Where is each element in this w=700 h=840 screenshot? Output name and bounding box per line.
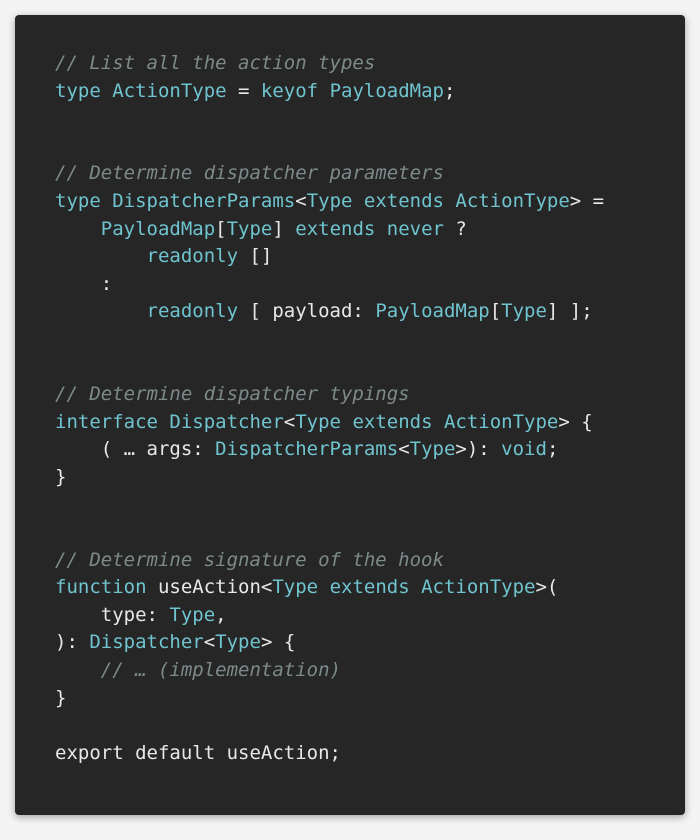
code-token: PayloadMap bbox=[329, 79, 444, 102]
code-token: readonly bbox=[146, 245, 239, 268]
code-token: Dispatcher bbox=[89, 631, 204, 654]
code-token: [] bbox=[238, 245, 273, 268]
code-token: > { bbox=[260, 631, 296, 654]
code-token: : bbox=[55, 272, 113, 295]
code-token: DispatcherParams bbox=[215, 438, 399, 461]
code-token: } bbox=[55, 465, 67, 488]
code-token: export default useAction; bbox=[55, 741, 341, 764]
code-token: ): bbox=[55, 631, 90, 654]
code-line: : bbox=[55, 271, 604, 299]
code-line: // Determine dispatcher typings bbox=[55, 381, 604, 409]
code-token: type bbox=[55, 189, 113, 212]
code-line: ( … args: DispatcherParams<Type>): void; bbox=[55, 436, 604, 464]
code-token: Type bbox=[169, 603, 216, 626]
code-token: type bbox=[55, 79, 113, 102]
code-line: interface Dispatcher<Type extends Action… bbox=[55, 409, 604, 437]
code-token: >): bbox=[455, 438, 502, 461]
code-token: void bbox=[501, 438, 547, 461]
code-token: never bbox=[386, 217, 444, 240]
code-token: Type bbox=[295, 410, 353, 433]
code-token: ] bbox=[272, 217, 296, 240]
code-line: export default useAction; bbox=[55, 740, 604, 768]
code-token: readonly bbox=[146, 300, 239, 323]
code-token: ActionType bbox=[443, 410, 559, 433]
code-token: < bbox=[283, 410, 296, 433]
code-token: extends bbox=[295, 217, 387, 240]
code-token: > { bbox=[558, 410, 593, 433]
code-token: ? bbox=[443, 217, 467, 240]
code-line: type ActionType = keyof PayloadMap; bbox=[55, 78, 604, 106]
code-token: } bbox=[55, 686, 67, 709]
code-token: ; bbox=[546, 438, 559, 461]
code-token: < bbox=[398, 438, 410, 461]
code-token: ActionType bbox=[112, 79, 227, 102]
code-line: type DispatcherParams<Type extends Actio… bbox=[55, 188, 604, 216]
code-line: } bbox=[55, 464, 604, 492]
code-token: Type bbox=[272, 576, 330, 599]
code-line: type: Type, bbox=[55, 602, 604, 630]
code-token: type: bbox=[55, 603, 170, 626]
code-line: // … (implementation) bbox=[55, 657, 604, 685]
code-token: extends bbox=[329, 576, 422, 599]
code-token: Type bbox=[226, 217, 273, 240]
code-token: useAction bbox=[157, 576, 261, 599]
code-token: < bbox=[203, 631, 216, 654]
code-token: function bbox=[55, 576, 158, 599]
code-line: } bbox=[55, 685, 604, 713]
code-comment: // Determine signature of the hook bbox=[55, 548, 444, 571]
code-token: ] ]; bbox=[546, 300, 593, 323]
code-window: // List all the action types type ActionT… bbox=[15, 15, 685, 815]
code-token: Dispatcher bbox=[169, 410, 284, 433]
code-comment: // Determine dispatcher parameters bbox=[55, 162, 444, 185]
code-token: PayloadMap bbox=[100, 217, 216, 240]
code-token: ActionType bbox=[421, 576, 536, 599]
code-token: >( bbox=[535, 576, 559, 599]
code-line: // Determine dispatcher parameters bbox=[55, 160, 604, 188]
code-token: [ bbox=[489, 300, 502, 323]
code-line: // List all the action types bbox=[55, 50, 604, 78]
code-token: interface bbox=[55, 410, 170, 433]
code-token: = bbox=[226, 79, 261, 102]
code-token: < bbox=[260, 576, 273, 599]
code-token: < bbox=[295, 189, 307, 212]
code-token: Type bbox=[501, 300, 547, 323]
code-comment: // List all the action types bbox=[55, 52, 376, 74]
code-token: PayloadMap bbox=[375, 300, 490, 323]
code-line: ): Dispatcher<Type> { bbox=[55, 629, 604, 657]
code-token: , bbox=[215, 603, 227, 626]
code-line: // Determine signature of the hook bbox=[55, 547, 604, 575]
code-comment: // Determine dispatcher typings bbox=[55, 383, 410, 406]
code-token: DispatcherParams bbox=[112, 189, 296, 212]
code-block: // List all the action types type ActionT… bbox=[55, 50, 604, 767]
code-token: Type bbox=[409, 438, 456, 461]
code-line: function useAction<Type extends ActionTy… bbox=[55, 574, 604, 602]
code-token: extends bbox=[363, 189, 456, 212]
code-token: ; bbox=[443, 79, 456, 102]
code-comment: // … (implementation) bbox=[55, 659, 341, 682]
code-token: Type bbox=[306, 189, 364, 212]
code-token: extends bbox=[352, 410, 444, 433]
code-token: [ payload: bbox=[238, 300, 376, 323]
code-token: ActionType bbox=[455, 189, 570, 212]
code-line: readonly [ payload: PayloadMap[Type] ]; bbox=[55, 298, 604, 326]
code-token: keyof bbox=[260, 79, 330, 102]
code-token: > = bbox=[569, 189, 605, 212]
code-token: ( … args: bbox=[55, 438, 216, 461]
code-line: readonly [] bbox=[55, 243, 604, 271]
code-line: PayloadMap[Type] extends never ? bbox=[55, 216, 604, 244]
code-token: Type bbox=[215, 631, 261, 654]
code-token: [ bbox=[215, 217, 227, 240]
